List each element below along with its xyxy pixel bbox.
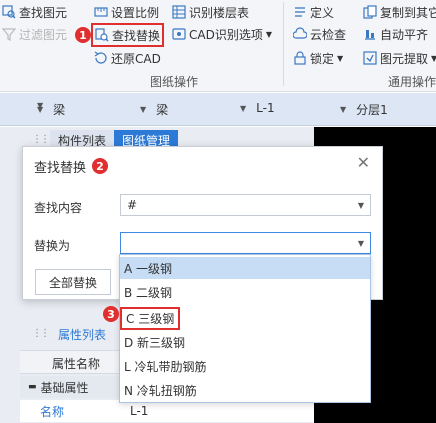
- drag-handle-icon[interactable]: ⋮⋮: [32, 134, 50, 145]
- find-replace-button[interactable]: 查找替换: [91, 23, 165, 47]
- set-scale-label: 设置比例: [111, 5, 160, 20]
- filter-cell-5[interactable]: ▼ 分层1: [340, 101, 388, 118]
- lock-button[interactable]: 锁定 ▼: [293, 48, 343, 68]
- group-divider: [283, 2, 284, 86]
- align-icon: [363, 27, 377, 41]
- chevron-down-icon: ▼: [37, 105, 44, 114]
- table-row[interactable]: 名称 L-1: [20, 400, 314, 422]
- cad-options-icon: [172, 27, 186, 41]
- define-label: 定义: [310, 5, 335, 20]
- chevron-down-icon: ▼: [240, 103, 247, 113]
- replace-all-button[interactable]: 全部替换: [35, 269, 111, 295]
- cloud-icon: [293, 27, 307, 41]
- list-item[interactable]: B 二级钢: [120, 281, 370, 303]
- filter-bar: ▼ ▼ 梁 ▼ 梁 ▼ L-1 ▼ 分层1: [0, 93, 436, 126]
- restore-cad-button[interactable]: 还原CAD: [94, 48, 161, 68]
- identify-floor-table-button[interactable]: 识别楼层表: [172, 2, 249, 22]
- filter-element-button[interactable]: 过滤图元: [2, 24, 67, 44]
- identify-floor-table-label: 识别楼层表: [189, 5, 250, 20]
- auto-align-label: 自动平齐: [380, 27, 429, 42]
- chevron-down-icon: ▼: [140, 105, 147, 114]
- property-name-header: 属性名称: [52, 357, 101, 371]
- step-badge-2: 2: [92, 158, 108, 174]
- replace-select[interactable]: ▼: [120, 232, 371, 254]
- restore-cad-label: 还原CAD: [111, 51, 161, 66]
- auto-align-button[interactable]: 自动平齐: [363, 24, 428, 44]
- close-icon[interactable]: ✕: [357, 153, 370, 172]
- cloud-check-label: 云检查: [310, 27, 347, 42]
- replace-label: 替换为: [34, 239, 71, 253]
- group-label-general: 通用操作: [388, 75, 436, 89]
- list-item[interactable]: D 新三级钢: [120, 331, 370, 353]
- define-button[interactable]: 定义: [293, 2, 334, 22]
- find-replace-icon: [95, 28, 109, 42]
- step-badge-3: 3: [103, 306, 119, 322]
- find-label: 查找内容: [34, 201, 83, 215]
- find-element-label: 查找图元: [19, 5, 68, 20]
- list-item[interactable]: N 冷轧扭钢筋: [120, 379, 370, 401]
- ribbon-toolbar: 查找图元 过滤图元 设置比例 查找替换 还原CAD 识别楼层表 CAD识别选项 …: [0, 0, 436, 92]
- dialog-title: 查找替换: [34, 161, 87, 176]
- filter-cell-2[interactable]: ▼ 梁: [37, 101, 65, 118]
- element-extract-button[interactable]: 图元提取 ▼: [363, 48, 436, 68]
- tab-properties[interactable]: 属性列表: [58, 326, 106, 343]
- copy-to-other-label: 复制到其它: [380, 5, 436, 20]
- cloud-check-button[interactable]: 云检查: [293, 24, 346, 44]
- find-select[interactable]: # ▼: [120, 194, 371, 216]
- filter-icon: [2, 27, 16, 41]
- set-scale-button[interactable]: 设置比例: [94, 2, 159, 22]
- chevron-down-icon: ▼: [340, 105, 347, 114]
- find-element-button[interactable]: 查找图元: [2, 2, 67, 22]
- extract-icon: [363, 51, 377, 65]
- collapse-icon[interactable]: ▬: [28, 382, 37, 392]
- list-item[interactable]: L 冷轧带肋钢筋: [120, 355, 370, 377]
- find-replace-label: 查找替换: [112, 28, 161, 43]
- lock-label: 锁定: [310, 51, 335, 66]
- chevron-down-icon: ▼: [337, 53, 344, 63]
- scale-icon: [94, 5, 108, 19]
- filter-element-label: 过滤图元: [19, 27, 68, 42]
- element-extract-label: 图元提取: [380, 51, 429, 66]
- lock-icon: [293, 51, 307, 65]
- list-item[interactable]: A 一级钢: [120, 257, 370, 279]
- filter-cell-4[interactable]: ▼ L-1: [240, 101, 275, 115]
- table-icon: [172, 5, 186, 19]
- find-element-icon: [2, 5, 16, 19]
- copy-icon: [363, 5, 377, 19]
- group-label-drawing: 图纸操作: [150, 75, 199, 89]
- cad-identify-options-button[interactable]: CAD识别选项 ▼: [172, 24, 272, 44]
- row-label: 名称: [40, 404, 65, 419]
- list-item-label: C 三级钢: [120, 306, 181, 330]
- chevron-down-icon: ▼: [357, 238, 364, 248]
- section-basic-properties: 基础属性: [40, 380, 89, 395]
- replace-dropdown-list: A 一级钢 B 二级钢 C 三级钢 D 新三级钢 L 冷轧带肋钢筋 N 冷轧扭钢…: [119, 254, 371, 403]
- copy-to-other-button[interactable]: 复制到其它: [363, 2, 436, 22]
- row-value: L-1: [130, 404, 149, 418]
- define-icon: [293, 5, 307, 19]
- chevron-down-icon: ▼: [265, 29, 272, 39]
- filter-cell-3[interactable]: ▼ 梁: [140, 101, 168, 118]
- chevron-down-icon: ▼: [431, 53, 436, 63]
- cad-identify-options-label: CAD识别选项: [189, 27, 263, 42]
- chevron-down-icon: ▼: [357, 200, 364, 210]
- list-item-highlighted[interactable]: C 三级钢: [120, 306, 370, 330]
- find-value: #: [127, 198, 138, 212]
- drag-handle-icon[interactable]: ⋮⋮: [32, 328, 50, 339]
- restore-cad-icon: [94, 51, 108, 65]
- step-badge-1: 1: [75, 27, 91, 43]
